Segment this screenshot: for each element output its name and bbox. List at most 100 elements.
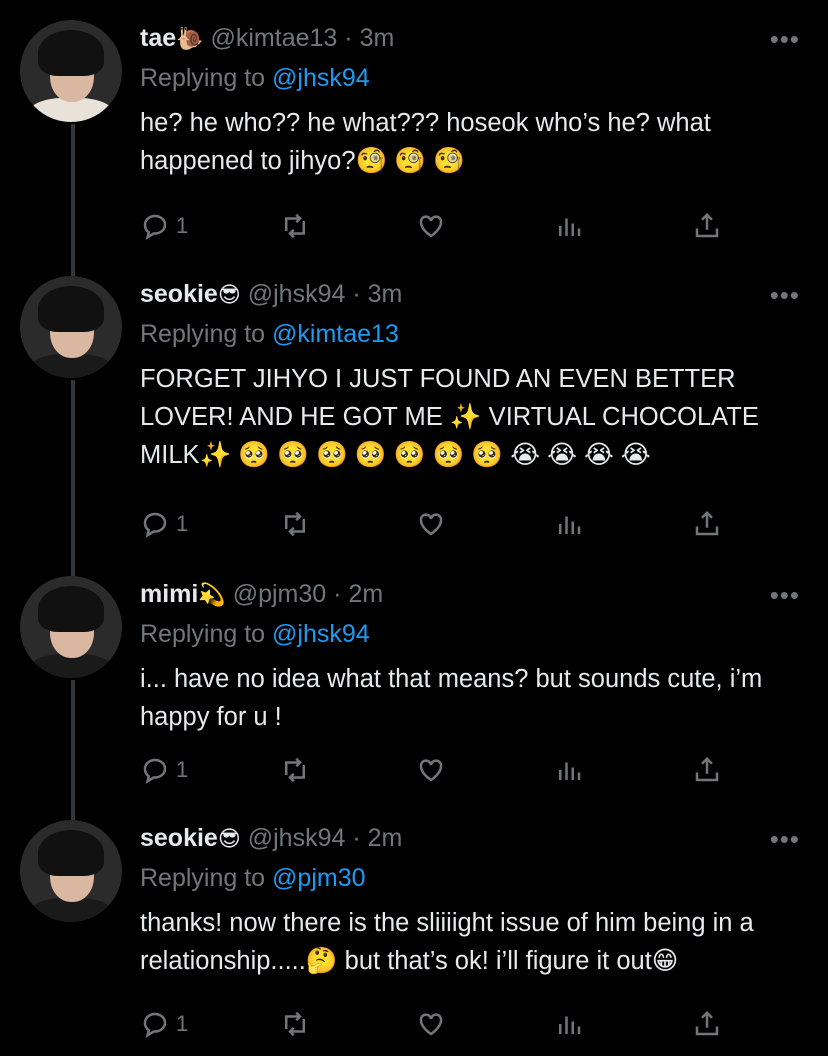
tweet[interactable]: seokie😎 @jhsk94 · 3m ••• Replying to @ki…: [0, 256, 828, 562]
replying-to-label: Replying to: [140, 864, 266, 892]
separator: ·: [352, 280, 361, 308]
share-icon: [695, 212, 719, 238]
heart-icon: [419, 513, 443, 536]
retweet-button[interactable]: [280, 208, 310, 244]
reply-count: 1: [176, 511, 189, 536]
tweet-text: i... have no idea what that means? but s…: [140, 665, 763, 731]
replying-to-link[interactable]: @kimtae13: [272, 320, 399, 348]
reply-button[interactable]: 1: [140, 506, 188, 542]
retweet-icon: [285, 757, 305, 783]
name-emoji: 🐌: [176, 26, 204, 51]
separator: ·: [333, 580, 342, 608]
separator: ·: [344, 24, 353, 52]
name-emoji: 😎: [217, 282, 241, 307]
like-button[interactable]: [416, 1006, 446, 1042]
more-icon[interactable]: •••: [770, 24, 800, 55]
reply-count: 1: [176, 757, 189, 782]
analytics-button[interactable]: [554, 752, 584, 788]
replying-to-label: Replying to: [140, 620, 266, 648]
separator: ·: [352, 824, 361, 852]
share-button[interactable]: [692, 752, 722, 788]
tweet-actions: 1: [140, 506, 730, 542]
user-handle[interactable]: @pjm30: [233, 580, 326, 608]
retweet-button[interactable]: [280, 506, 310, 542]
tweet-header: mimi💫 @pjm30 · 2m: [140, 580, 383, 609]
replying-to-label: Replying to: [140, 64, 266, 92]
avatar[interactable]: [20, 576, 122, 678]
analytics-icon: [559, 218, 581, 236]
like-button[interactable]: [416, 752, 446, 788]
display-name[interactable]: seokie: [140, 824, 218, 852]
avatar[interactable]: [20, 276, 122, 378]
reply-button[interactable]: 1: [140, 752, 188, 788]
reply-icon: [143, 214, 167, 240]
reply-icon: [143, 758, 167, 784]
analytics-icon: [559, 762, 581, 780]
name-emoji: 💫: [198, 582, 226, 607]
display-name[interactable]: mimi: [140, 580, 198, 608]
analytics-button[interactable]: [554, 208, 584, 244]
reply-button[interactable]: 1: [140, 208, 188, 244]
more-icon[interactable]: •••: [770, 824, 800, 855]
reply-count: 1: [176, 213, 189, 238]
replying-to-label: Replying to: [140, 320, 266, 348]
replying-to: Replying to @jhsk94: [140, 620, 370, 649]
reply-icon: [143, 1012, 167, 1038]
analytics-icon: [559, 1016, 581, 1034]
user-handle[interactable]: @kimtae13: [211, 24, 338, 52]
tweet-actions: 1: [140, 208, 730, 244]
name-emoji: 😎: [217, 826, 241, 851]
heart-icon: [419, 1013, 443, 1036]
replying-to-link[interactable]: @jhsk94: [272, 620, 370, 648]
user-handle[interactable]: @jhsk94: [248, 280, 346, 308]
heart-icon: [419, 215, 443, 238]
heart-icon: [419, 759, 443, 782]
tweet-header: tae🐌 @kimtae13 · 3m: [140, 24, 394, 53]
tweet-text: FORGET JIHYO I JUST FOUND AN EVEN BETTER…: [140, 365, 759, 469]
replying-to: Replying to @kimtae13: [140, 320, 399, 349]
replying-to-link[interactable]: @pjm30: [272, 864, 365, 892]
share-button[interactable]: [692, 1006, 722, 1042]
tweet-text: thanks! now there is the sliiiight issue…: [140, 909, 754, 975]
analytics-icon: [559, 516, 581, 534]
timestamp[interactable]: 2m: [348, 580, 383, 608]
timestamp[interactable]: 3m: [368, 280, 403, 308]
tweet-text: he? he who?? he what??? hoseok who’s he?…: [140, 109, 711, 175]
replying-to: Replying to @jhsk94: [140, 64, 370, 93]
retweet-icon: [285, 1011, 305, 1037]
tweet-actions: 1: [140, 1006, 730, 1042]
share-button[interactable]: [692, 506, 722, 542]
like-button[interactable]: [416, 506, 446, 542]
replying-to-link[interactable]: @jhsk94: [272, 64, 370, 92]
reply-icon: [143, 512, 167, 538]
tweet[interactable]: tae🐌 @kimtae13 · 3m ••• Replying to @jhs…: [0, 0, 828, 262]
retweet-icon: [285, 511, 305, 537]
display-name[interactable]: tae: [140, 24, 176, 52]
more-icon[interactable]: •••: [770, 280, 800, 311]
retweet-button[interactable]: [280, 1006, 310, 1042]
share-icon: [695, 1010, 719, 1036]
replying-to: Replying to @pjm30: [140, 864, 366, 893]
user-handle[interactable]: @jhsk94: [248, 824, 346, 852]
tweet-header: seokie😎 @jhsk94 · 3m: [140, 280, 402, 309]
reply-button[interactable]: 1: [140, 1006, 188, 1042]
analytics-button[interactable]: [554, 506, 584, 542]
avatar[interactable]: [20, 20, 122, 122]
timestamp[interactable]: 2m: [368, 824, 403, 852]
tweet-header: seokie😎 @jhsk94 · 2m: [140, 824, 402, 853]
share-icon: [695, 510, 719, 536]
analytics-button[interactable]: [554, 1006, 584, 1042]
display-name[interactable]: seokie: [140, 280, 218, 308]
tweet[interactable]: seokie😎 @jhsk94 · 2m ••• Replying to @pj…: [0, 800, 828, 1056]
retweet-icon: [285, 213, 305, 239]
timestamp[interactable]: 3m: [360, 24, 395, 52]
more-icon[interactable]: •••: [770, 580, 800, 611]
reply-count: 1: [176, 1011, 189, 1036]
share-icon: [695, 756, 719, 782]
tweet-actions: 1: [140, 752, 730, 788]
share-button[interactable]: [692, 208, 722, 244]
tweet[interactable]: mimi💫 @pjm30 · 2m ••• Replying to @jhsk9…: [0, 556, 828, 806]
like-button[interactable]: [416, 208, 446, 244]
avatar[interactable]: [20, 820, 122, 922]
retweet-button[interactable]: [280, 752, 310, 788]
